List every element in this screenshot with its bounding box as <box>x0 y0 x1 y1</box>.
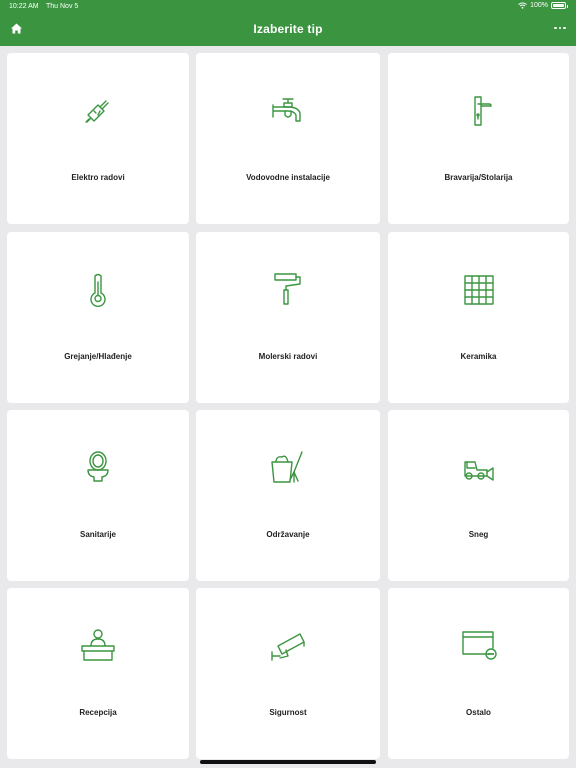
status-right: 100% <box>518 2 568 9</box>
battery-icon <box>551 2 568 9</box>
category-label: Grejanje/Hlađenje <box>64 352 132 361</box>
category-label: Keramika <box>460 352 497 361</box>
paint-roller-icon <box>268 270 308 310</box>
security-camera-icon <box>268 626 308 666</box>
category-label: Vodovodne instalacije <box>246 173 330 182</box>
category-card-bravarija[interactable]: Bravarija/Stolarija <box>388 53 569 224</box>
category-card-ostalo[interactable]: Ostalo <box>388 588 569 759</box>
category-card-sigurnost[interactable]: Sigurnost <box>196 588 380 759</box>
wifi-icon <box>518 2 527 9</box>
category-label: Sneg <box>468 530 489 539</box>
category-label: Elektro radovi <box>71 173 125 182</box>
door-handle-icon <box>459 91 499 131</box>
plug-icon <box>78 91 118 131</box>
page-title: Izaberite tip <box>253 22 323 36</box>
category-card-sneg[interactable]: Sneg <box>388 410 569 581</box>
category-label: Recepcija <box>79 708 117 717</box>
status-date: Thu Nov 5 <box>46 3 79 10</box>
cleaning-icon <box>268 448 308 488</box>
battery-percent: 100% <box>530 2 548 9</box>
home-indicator <box>200 760 376 764</box>
category-card-odrzavanje[interactable]: Održavanje <box>196 410 380 581</box>
category-label: Ostalo <box>466 708 491 717</box>
category-card-molerski[interactable]: Molerski radovi <box>196 232 380 403</box>
category-label: Sanitarije <box>79 530 116 539</box>
status-bar: 10:22 AM Thu Nov 5 100% <box>0 0 576 14</box>
navigation-bar: Izaberite tip <box>0 14 576 46</box>
category-card-sanitarije[interactable]: Sanitarije <box>7 410 189 581</box>
category-label: Bravarija/Stolarija <box>444 173 513 182</box>
category-grid: Elektro radovi Vodovodne instalacije Bra… <box>0 46 576 768</box>
tiles-icon <box>459 270 499 310</box>
faucet-icon <box>268 91 308 131</box>
category-card-keramika[interactable]: Keramika <box>388 232 569 403</box>
other-window-icon <box>459 626 499 666</box>
category-card-vodovodne[interactable]: Vodovodne instalacije <box>196 53 380 224</box>
category-label: Sigurnost <box>269 708 307 717</box>
reception-icon <box>78 626 118 666</box>
snow-plow-icon <box>459 448 499 488</box>
category-card-recepcija[interactable]: Recepcija <box>7 588 189 759</box>
status-time: 10:22 AM <box>9 3 39 10</box>
category-label: Održavanje <box>266 530 310 539</box>
category-label: Molerski radovi <box>258 352 318 361</box>
category-card-grejanje[interactable]: Grejanje/Hlađenje <box>7 232 189 403</box>
thermometer-icon <box>78 270 118 310</box>
toilet-icon <box>78 448 118 488</box>
more-horizontal-icon[interactable] <box>554 22 566 34</box>
category-card-elektro[interactable]: Elektro radovi <box>7 53 189 224</box>
